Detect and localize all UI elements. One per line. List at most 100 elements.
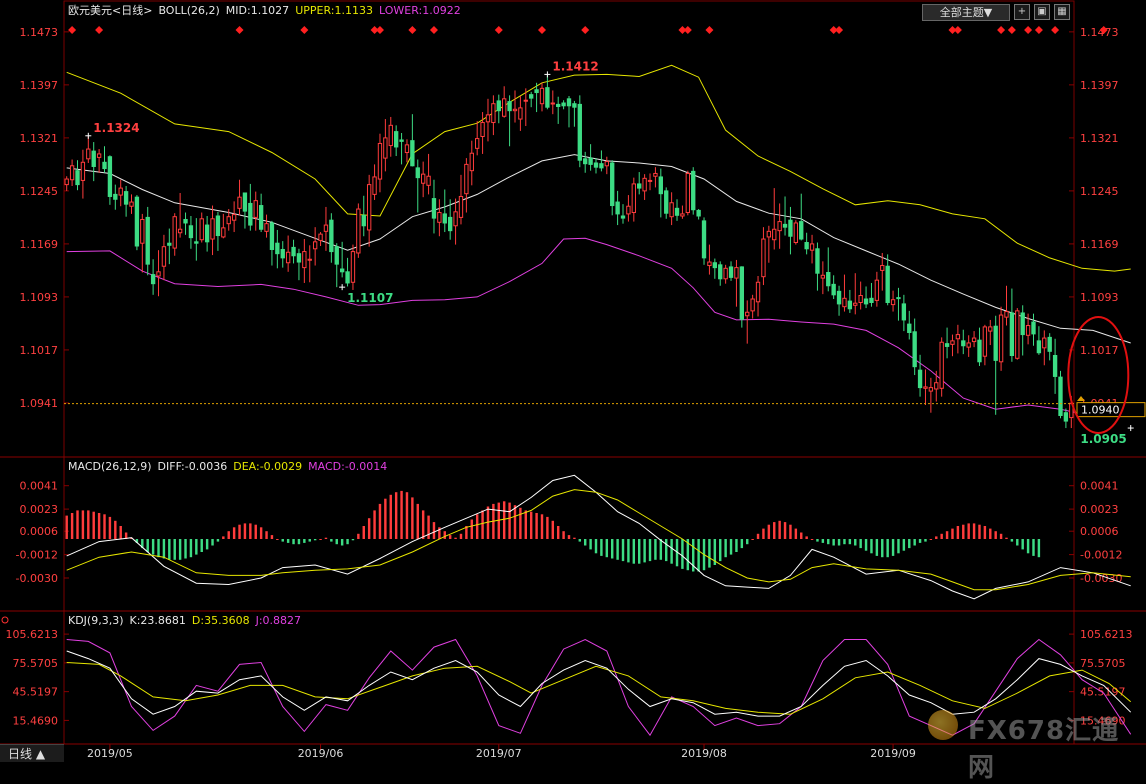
macd-bar: [864, 539, 868, 551]
layout-icon[interactable]: ▣: [1034, 4, 1050, 20]
candle-body: [723, 267, 728, 280]
macd-bar: [886, 539, 889, 558]
macd-bar: [891, 539, 895, 556]
chart-canvas[interactable]: 1.1473 1.1473 1.1397 1.1397 1.1321 1.1321 1.12…: [0, 0, 1146, 762]
candle-body: [134, 196, 140, 247]
macd-bar: [746, 539, 749, 545]
macd-bar: [286, 539, 290, 543]
price-tick-label-left: 1.1397: [20, 79, 59, 92]
candle-body: [215, 215, 221, 237]
candle-body: [194, 241, 199, 244]
signal-marker-icon: [997, 26, 1006, 34]
macd-bar: [616, 539, 619, 560]
macd-bar: [216, 539, 220, 542]
macd-bar: [583, 539, 587, 546]
candle-body: [113, 193, 118, 200]
boll-lower-line: [66, 237, 1131, 417]
candle-body: [653, 172, 658, 177]
macd-bar: [195, 539, 198, 555]
kdj-label[interactable]: KDJ(9,3,3): [68, 614, 124, 627]
macd-bar: [432, 522, 436, 539]
macd-bar: [562, 531, 565, 539]
x-tick-label: 2019/08: [681, 747, 727, 760]
macd-bar: [308, 539, 311, 542]
macd-label[interactable]: MACD(26,12,9): [68, 460, 152, 473]
signal-marker-icon: [705, 26, 714, 34]
candle-body: [734, 267, 739, 279]
kdj-tick-label-left: 75.5705: [13, 657, 59, 670]
candle-body: [583, 158, 588, 165]
macd-panel-header: MACD(26,12,9) DIFF:-0.0036 DEA:-0.0029 MACD…: [68, 460, 393, 474]
candle-body: [458, 195, 464, 218]
candle-body: [788, 219, 793, 237]
candle-body: [923, 386, 928, 389]
macd-bar: [222, 536, 225, 539]
candle-body: [123, 191, 129, 205]
macd-bar: [92, 511, 95, 539]
macd-bar: [854, 539, 857, 546]
boll-lower: LOWER:1.0922: [378, 4, 461, 17]
candle-body: [80, 161, 86, 181]
candle-body: [118, 187, 123, 196]
theme-dropdown-button[interactable]: 全部主题▼: [922, 4, 1010, 21]
macd-bar: [648, 539, 652, 562]
boll-label[interactable]: BOLL(26,2): [158, 4, 219, 17]
candle-body: [183, 218, 188, 224]
macd-bar: [751, 539, 754, 540]
macd-bar: [443, 531, 446, 539]
chart-options-icon[interactable]: ▦: [1054, 4, 1070, 20]
candle-body: [831, 283, 836, 296]
candle-body: [626, 205, 631, 215]
signal-marker-icon: [300, 26, 309, 34]
macd-bar: [249, 523, 252, 539]
candle-body: [75, 170, 80, 186]
candle-body: [799, 221, 804, 240]
candle-body: [896, 297, 901, 300]
macd-bar: [627, 539, 630, 563]
macd-bar: [875, 539, 879, 556]
period-selector[interactable]: 日线 ▲: [0, 744, 64, 762]
signal-marker-icon: [235, 26, 244, 34]
macd-bar: [108, 516, 112, 539]
candle-body: [264, 223, 269, 232]
price-tick-label-left: 1.1017: [20, 344, 59, 357]
candle-body: [529, 94, 534, 99]
macd-bar: [610, 539, 614, 559]
price-tick-label-left: 1.0941: [20, 397, 59, 410]
signal-marker-icon: [1024, 26, 1033, 34]
candle-body: [350, 251, 356, 283]
candle-body: [150, 274, 156, 285]
macd-bar: [367, 518, 371, 539]
macd-bar: [637, 539, 641, 564]
candle-body: [550, 102, 555, 105]
macd-bar: [913, 539, 916, 546]
candle-body: [658, 176, 663, 195]
x-tick-label: 2019/07: [476, 747, 522, 760]
macd-bar: [303, 539, 306, 543]
macd-bar: [238, 524, 241, 539]
candle-body: [507, 101, 512, 112]
candle-body: [145, 216, 150, 265]
macd-bar: [146, 539, 149, 552]
macd-bar: [827, 539, 830, 545]
x-tick-label: 2019/06: [298, 747, 344, 760]
candle-body: [858, 295, 863, 303]
macd-bar: [119, 526, 122, 539]
macd-bar: [945, 531, 949, 539]
macd-bar: [319, 539, 322, 540]
candle-body: [934, 382, 939, 390]
macd-bar: [297, 539, 301, 545]
macd-bar: [816, 539, 819, 542]
macd-bar: [151, 539, 155, 555]
macd-bar: [994, 531, 997, 539]
macd-bar: [621, 539, 625, 562]
symbol-label[interactable]: 欧元美元<日线>: [68, 4, 152, 17]
price-annotation-label: 1.0905: [1080, 432, 1126, 446]
candle-body: [615, 201, 620, 215]
macd-bar: [330, 539, 333, 542]
macd-tick-label-left: 0.0041: [20, 480, 59, 493]
candle-body: [167, 242, 172, 246]
crosshair-icon[interactable]: +: [1014, 4, 1030, 20]
candle-body: [869, 297, 874, 303]
boll-upper: UPPER:1.1133: [295, 4, 373, 17]
